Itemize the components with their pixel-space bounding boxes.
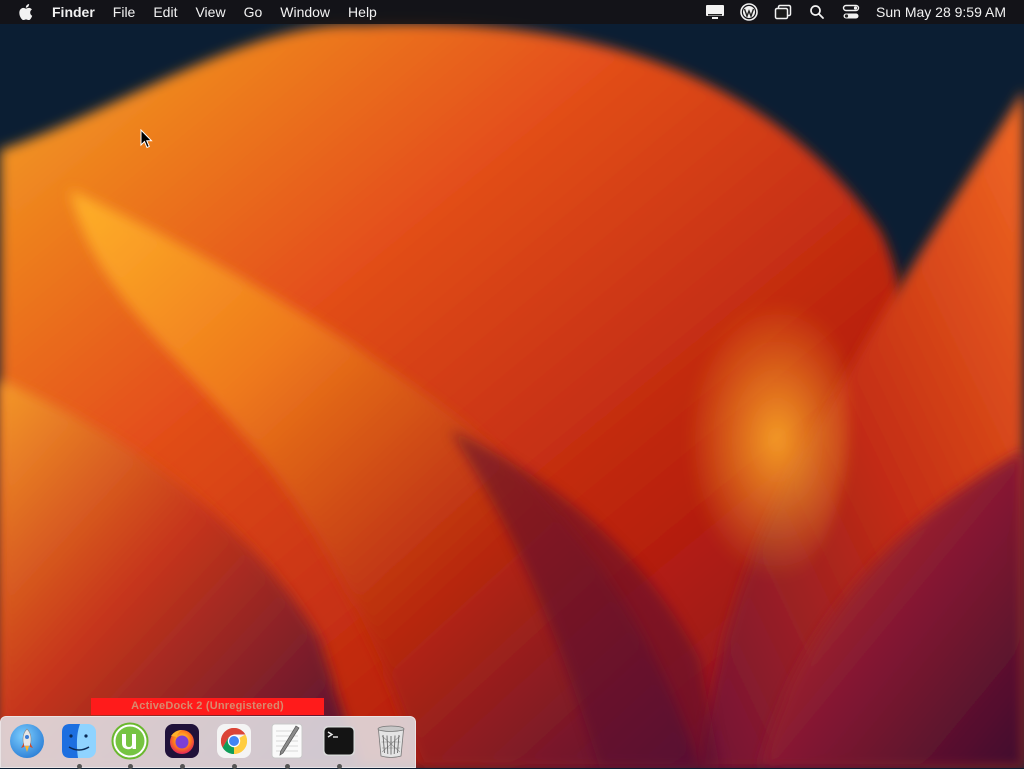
status-area: Sun May 28 9:59 AM [698,0,1024,24]
rocket-icon [10,724,44,758]
mouse-cursor-icon [140,129,153,149]
menu-bar-clock[interactable]: Sun May 28 9:59 AM [868,4,1024,20]
dock-item-terminal[interactable] [320,722,358,769]
running-indicator [180,764,185,769]
menu-file[interactable]: File [104,0,145,24]
utorrent-icon [111,722,149,760]
desktop-wallpaper [0,0,1024,768]
running-indicator [77,764,82,769]
trash-icon [377,725,405,758]
running-indicator [337,764,342,769]
running-indicator [128,764,133,769]
menu-view[interactable]: View [186,0,234,24]
dock-item-utorrent[interactable] [111,722,149,769]
control-center-icon[interactable] [840,0,862,24]
search-icon[interactable] [806,0,828,24]
dock-item-finder[interactable] [60,722,98,769]
apple-logo-icon[interactable] [17,3,35,21]
chrome-icon [217,724,251,758]
menu-edit[interactable]: Edit [144,0,186,24]
textedit-icon [271,723,303,759]
terminal-icon [323,726,355,756]
wordpress-icon[interactable] [738,0,760,24]
running-indicator [232,764,237,769]
menu-window[interactable]: Window [271,0,339,24]
screens-icon[interactable] [772,0,794,24]
display-icon[interactable] [704,0,726,24]
menu-app-finder[interactable]: Finder [43,0,104,24]
menu-go[interactable]: Go [235,0,272,24]
dock-item-trash[interactable] [372,722,410,760]
running-indicator [285,764,290,769]
finder-icon [62,724,96,758]
firefox-icon [165,724,199,758]
dock-item-textedit[interactable] [268,722,306,769]
dock-item-firefox[interactable] [163,722,201,769]
dock-item-launchpad[interactable] [8,722,46,760]
dock-item-chrome[interactable] [215,722,253,769]
menu-help[interactable]: Help [339,0,386,24]
menu-bar: Finder File Edit View Go Window Help Sun… [0,0,1024,24]
dock [0,716,416,769]
activedock-unregistered-banner: ActiveDock 2 (Unregistered) [91,698,324,715]
